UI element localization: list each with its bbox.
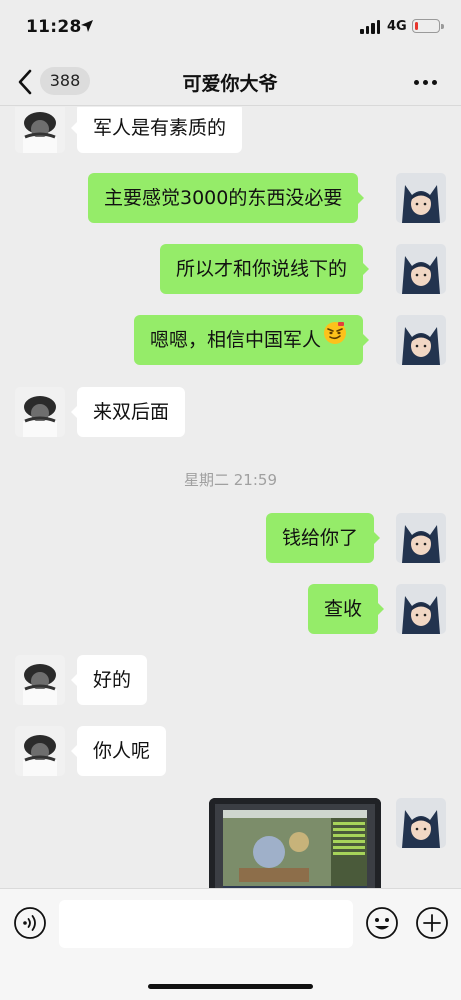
image-message[interactable] (209, 798, 381, 888)
message-row (0, 798, 461, 888)
outgoing-message-bubble[interactable]: 嗯嗯，相信中国军人 (134, 314, 370, 365)
contact-avatar[interactable] (15, 655, 65, 705)
battery-cap (441, 24, 444, 29)
message-row: 主要感觉3000的东西没必要 (0, 173, 461, 223)
message-row: 来双后面 (0, 387, 461, 437)
battery-level (415, 22, 418, 30)
message-row: 嗯嗯，相信中国军人 (0, 315, 461, 365)
unread-count-badge[interactable]: 388 (40, 67, 90, 95)
chat-title: 可爱你大爷 (182, 73, 278, 95)
outgoing-message-bubble[interactable]: 查收 (308, 584, 385, 634)
sly-smile-emoji-icon (323, 314, 347, 364)
smiley-icon[interactable] (365, 906, 399, 940)
status-bar: 11:28 4G (0, 0, 461, 58)
location-arrow-icon (80, 18, 94, 32)
my-avatar[interactable] (396, 244, 446, 294)
outgoing-message-bubble[interactable]: 所以才和你说线下的 (160, 244, 370, 294)
home-indicator[interactable] (148, 984, 313, 989)
plus-icon[interactable] (415, 906, 449, 940)
message-input[interactable] (59, 900, 353, 948)
message-row: 查收 (0, 584, 461, 634)
my-avatar[interactable] (396, 173, 446, 223)
message-row: 钱给你了 (0, 513, 461, 563)
chat-header: 388 可爱你大爷 (0, 58, 461, 106)
my-avatar[interactable] (396, 513, 446, 563)
my-avatar[interactable] (396, 798, 446, 848)
outgoing-message-bubble[interactable]: 钱给你了 (266, 513, 381, 563)
cellular-signal-icon (360, 20, 382, 34)
message-row: 好的 (0, 655, 461, 705)
incoming-message-bubble[interactable]: 来双后面 (70, 387, 186, 437)
contact-avatar[interactable] (15, 387, 65, 437)
status-time: 11:28 (26, 17, 82, 37)
battery-icon (412, 19, 440, 33)
chevron-left-icon[interactable] (14, 68, 38, 96)
message-row: 你人呢 (0, 726, 461, 776)
message-row: 军人是有素质的 (0, 107, 461, 153)
incoming-message-bubble[interactable]: 你人呢 (70, 726, 167, 776)
incoming-message-bubble[interactable]: 好的 (70, 655, 148, 705)
outgoing-message-bubble[interactable]: 主要感觉3000的东西没必要 (88, 173, 365, 223)
more-dots-icon[interactable] (411, 78, 441, 88)
my-avatar[interactable] (396, 584, 446, 634)
contact-avatar[interactable] (15, 726, 65, 776)
voice-icon[interactable] (13, 906, 47, 940)
message-text: 嗯嗯，相信中国军人 (150, 329, 322, 351)
message-timestamp: 星期二 21:59 (184, 471, 277, 489)
contact-avatar[interactable] (15, 107, 65, 153)
incoming-message-bubble[interactable]: 军人是有素质的 (70, 107, 243, 153)
network-label: 4G (387, 19, 407, 34)
my-avatar[interactable] (396, 315, 446, 365)
message-row: 所以才和你说线下的 (0, 244, 461, 294)
message-list[interactable]: 军人是有素质的 主要感觉3000的东西没必要 所以才和你说线下的 嗯嗯，相信中国… (0, 107, 461, 888)
